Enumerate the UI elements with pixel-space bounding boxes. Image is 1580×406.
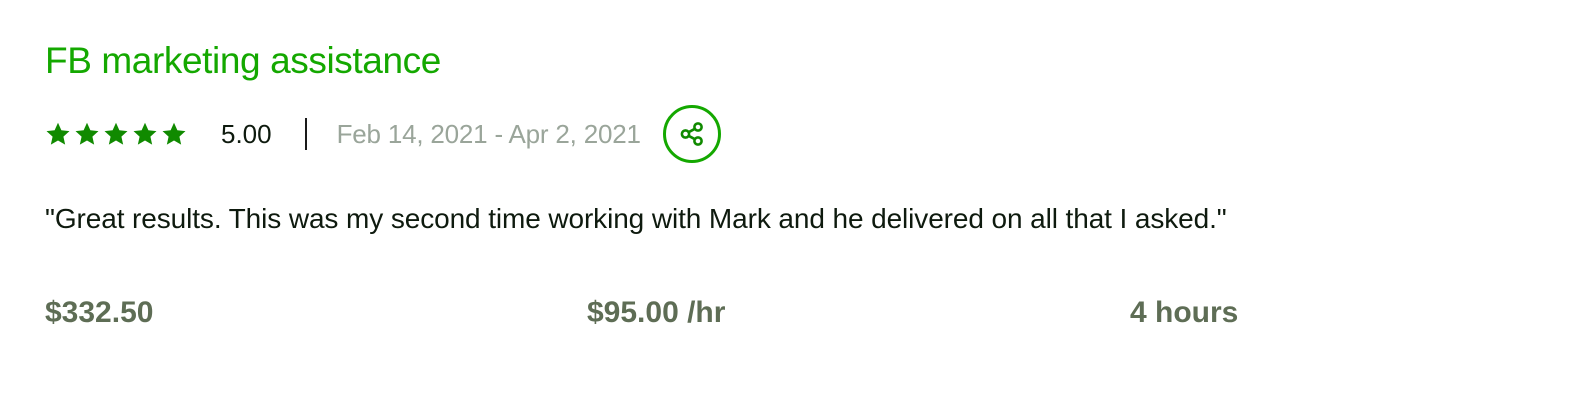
- star-icon: [74, 121, 100, 147]
- date-range: Feb 14, 2021 - Apr 2, 2021: [336, 119, 641, 149]
- star-rating: [45, 120, 187, 148]
- share-icon: [677, 119, 707, 149]
- job-title-link[interactable]: FB marketing assistance: [45, 38, 441, 84]
- rating-score: 5.00: [221, 119, 272, 149]
- star-icon: [45, 121, 71, 147]
- rating-row: 5.00 Feb 14, 2021 - Apr 2, 2021: [45, 103, 721, 165]
- job-stats: $332.50 $95.00 /hr 4 hours: [45, 292, 1545, 336]
- work-history-item: FB marketing assistance 5.00 Feb 14, 202…: [45, 0, 1545, 406]
- total-earned: $332.50: [45, 296, 154, 329]
- divider: [304, 118, 307, 150]
- client-feedback: "Great results. This was my second time …: [45, 203, 1227, 234]
- hourly-rate: $95.00 /hr: [587, 296, 726, 329]
- star-icon: [161, 121, 187, 147]
- hours-worked: 4 hours: [1130, 296, 1239, 329]
- share-button[interactable]: [662, 105, 721, 163]
- star-icon: [132, 121, 158, 147]
- star-icon: [103, 121, 129, 147]
